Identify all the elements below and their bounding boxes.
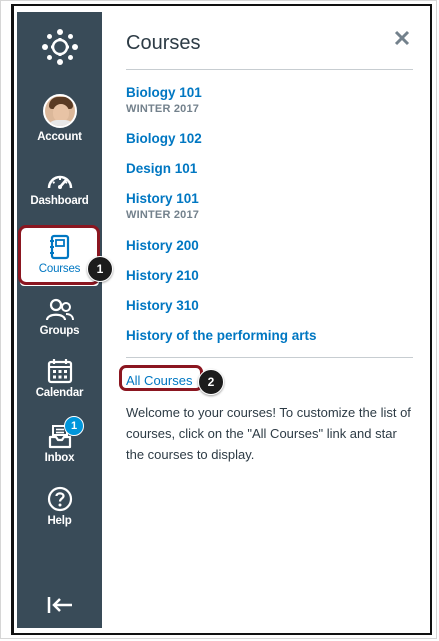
nav-item-account[interactable]: Account bbox=[17, 94, 102, 143]
course-link-biology-101[interactable]: Biology 101 bbox=[126, 85, 202, 100]
page-title: Courses bbox=[126, 32, 201, 54]
list-divider bbox=[126, 357, 413, 358]
speedometer-icon bbox=[47, 175, 72, 189]
nav-item-groups[interactable]: Groups bbox=[17, 298, 102, 337]
list-item: History 310 bbox=[126, 298, 199, 313]
course-link-biology-102[interactable]: Biology 102 bbox=[126, 131, 202, 146]
nav-label-inbox: Inbox bbox=[44, 452, 75, 464]
question-circle-icon bbox=[47, 486, 72, 512]
course-link-history-performing-arts[interactable]: History of the performing arts bbox=[126, 328, 317, 343]
nav-item-calendar[interactable]: Calendar bbox=[17, 358, 102, 399]
nav-label-account: Account bbox=[37, 131, 82, 143]
nav-label-help: Help bbox=[47, 515, 72, 527]
list-item: Biology 102 bbox=[126, 131, 202, 146]
global-nav: Account Dashboard Courses Groups Calenda… bbox=[17, 12, 102, 628]
nav-item-dashboard[interactable]: Dashboard bbox=[17, 170, 102, 207]
canvas-logo[interactable] bbox=[39, 26, 81, 73]
nav-label-dashboard: Dashboard bbox=[30, 195, 89, 207]
callout-step-2: 2 bbox=[198, 369, 224, 395]
list-item: History of the performing arts bbox=[126, 328, 317, 343]
calendar-icon bbox=[47, 359, 72, 384]
title-divider bbox=[126, 69, 413, 70]
course-link-history-200[interactable]: History 200 bbox=[126, 238, 199, 253]
welcome-message: Welcome to your courses! To customize th… bbox=[126, 405, 411, 462]
list-item: History 210 bbox=[126, 268, 199, 283]
list-item: Biology 101 WINTER 2017 bbox=[126, 85, 202, 115]
callout-step-1: 1 bbox=[87, 256, 113, 282]
frame-border-right bbox=[430, 4, 432, 635]
nav-item-inbox[interactable]: Inbox bbox=[17, 423, 102, 464]
courses-highlight-outline bbox=[18, 225, 100, 285]
frame-border-top bbox=[11, 4, 432, 6]
course-term: WINTER 2017 bbox=[126, 209, 200, 221]
course-link-history-210[interactable]: History 210 bbox=[126, 268, 199, 283]
course-link-design-101[interactable]: Design 101 bbox=[126, 161, 197, 176]
close-icon[interactable] bbox=[394, 30, 410, 46]
canvas-logo-icon bbox=[42, 29, 78, 65]
collapse-arrow-icon bbox=[47, 597, 72, 613]
list-item: Design 101 bbox=[126, 161, 197, 176]
frame-border-left bbox=[11, 4, 14, 635]
list-item: History 101 WINTER 2017 bbox=[126, 191, 199, 221]
nav-item-help[interactable]: Help bbox=[17, 486, 102, 527]
inbox-unread-badge: 1 bbox=[64, 416, 84, 436]
frame-border-bottom bbox=[11, 633, 432, 635]
nav-label-groups: Groups bbox=[39, 325, 80, 337]
course-link-history-101[interactable]: History 101 bbox=[126, 191, 199, 206]
nav-label-calendar: Calendar bbox=[35, 387, 84, 399]
course-link-history-310[interactable]: History 310 bbox=[126, 298, 199, 313]
all-courses-highlight-outline bbox=[119, 365, 203, 391]
people-icon bbox=[45, 298, 74, 321]
list-item: History 200 bbox=[126, 238, 199, 253]
course-term: WINTER 2017 bbox=[126, 103, 200, 115]
collapse-nav-button[interactable] bbox=[17, 595, 102, 615]
user-avatar bbox=[42, 94, 77, 128]
